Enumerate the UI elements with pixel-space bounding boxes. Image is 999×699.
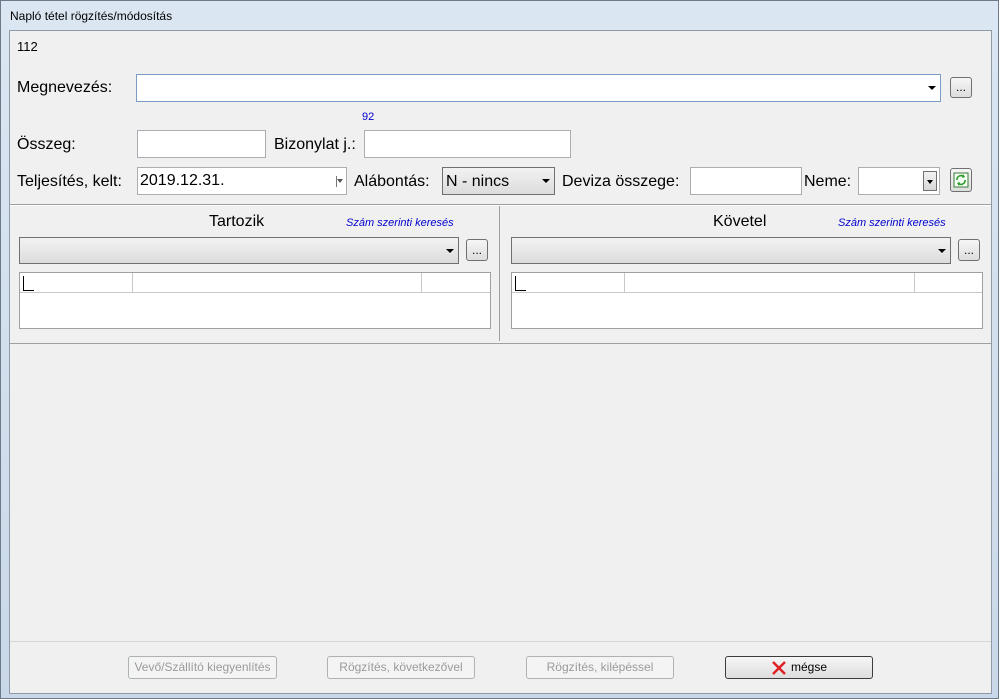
teljesites-label: Teljesítés, kelt:: [17, 173, 122, 190]
neme-select[interactable]: [858, 167, 940, 195]
rogzites-kovetkezovel-button[interactable]: Rögzítés, következővel: [327, 656, 475, 679]
kovetel-title: Követel: [713, 213, 767, 230]
kovetel-account-select[interactable]: [511, 237, 951, 264]
button-bar-divider: [10, 641, 991, 642]
neme-label: Neme:: [804, 173, 852, 190]
dialog-window: Napló tétel rögzítés/módosítás 112 Megne…: [0, 0, 999, 699]
section-top-divider-highlight: [10, 205, 991, 206]
kovetel-grid-column-divider: [914, 273, 915, 292]
tartozik-search-link[interactable]: Szám szerinti keresés: [346, 217, 454, 229]
refresh-button[interactable]: [950, 168, 972, 192]
megse-button[interactable]: mégse: [725, 656, 873, 679]
refresh-icon: [953, 172, 969, 188]
alabontas-select[interactable]: N - nincs: [442, 167, 555, 195]
alabontas-label: Alábontás:: [354, 173, 430, 190]
chevron-down-icon: [542, 179, 550, 183]
chevron-down-icon: [446, 248, 454, 253]
section-vertical-divider: [499, 206, 500, 341]
chevron-down-icon: [927, 180, 933, 184]
bizonylat-input[interactable]: [364, 130, 571, 158]
alabontas-value: N - nincs: [446, 173, 510, 190]
row-selector-icon: [23, 276, 34, 291]
bizonylat-label: Bizonylat j.:: [274, 136, 356, 153]
vevo-szallito-button[interactable]: Vevő/Szállító kiegyenlítés: [128, 656, 277, 679]
deviza-input[interactable]: [690, 167, 802, 195]
kovetel-grid-column-divider: [624, 273, 625, 292]
tartozik-account-select[interactable]: [19, 237, 459, 264]
tartozik-title: Tartozik: [209, 213, 265, 230]
chevron-down-icon: [938, 248, 946, 253]
teljesites-date-picker[interactable]: 2019.12.31.: [137, 167, 347, 195]
section-bottom-divider: [10, 343, 991, 344]
kovetel-grid-header: [512, 273, 982, 293]
calendar-dropdown-icon[interactable]: [337, 179, 343, 183]
deviza-label: Deviza összege:: [562, 173, 680, 190]
tartozik-grid-column-divider: [421, 273, 422, 292]
window-title: Napló tétel rögzítés/módosítás: [10, 9, 173, 23]
x-icon: [772, 660, 786, 675]
megse-label: mégse: [790, 660, 828, 674]
row-selector-icon: [515, 276, 526, 291]
record-number: 112: [17, 39, 38, 54]
chevron-down-icon: [928, 86, 936, 90]
tartozik-browse-button[interactable]: ...: [466, 239, 488, 261]
dialog-client-area: 112 Megnevezés: ... 92 Összeg: Bizonylat…: [9, 30, 992, 694]
kovetel-browse-button[interactable]: ...: [958, 239, 980, 261]
tartozik-grid-column-divider: [132, 273, 133, 292]
teljesites-value: 2019.12.31.: [140, 172, 225, 189]
osszeg-input[interactable]: [137, 130, 266, 158]
counter-value: 92: [362, 111, 375, 123]
kovetel-search-link[interactable]: Szám szerinti keresés: [838, 217, 946, 229]
megnevezes-browse-button[interactable]: ...: [950, 77, 972, 98]
osszeg-label: Összeg:: [17, 136, 76, 153]
kovetel-grid[interactable]: [511, 272, 983, 329]
megnevezes-combobox[interactable]: [136, 74, 941, 102]
rogzites-kilepessel-button[interactable]: Rögzítés, kilépéssel: [526, 656, 674, 679]
megnevezes-label: Megnevezés:: [17, 79, 113, 96]
neme-dropdown-button[interactable]: [923, 171, 937, 191]
tartozik-grid-header: [20, 273, 490, 293]
tartozik-grid[interactable]: [19, 272, 491, 329]
